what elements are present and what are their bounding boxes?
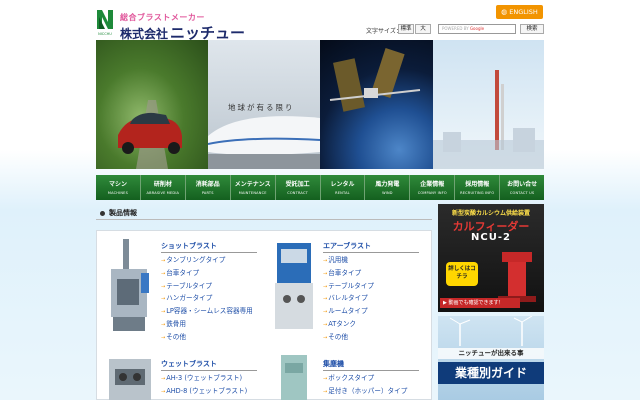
nav-item-company-info[interactable]: 企業情報 COMPANY INFO	[410, 175, 456, 200]
industry-guide-banner[interactable]: ニッチューが出来る事 業種別ガイド	[438, 316, 544, 400]
company-prefix: 株式会社	[120, 27, 169, 41]
hero-image-city-wind	[433, 40, 544, 169]
products-heading-label: 製品情報	[109, 209, 137, 217]
hero-tagline: 地球が有る限り	[228, 103, 295, 112]
hero-image-space-station	[320, 40, 433, 169]
nav-sublabel: MACHINES	[107, 191, 129, 195]
list-item[interactable]: バレルタイプ	[323, 292, 374, 305]
shot-blast-list: タンブリングタイプ 台車タイプ テーブルタイプ ハンガータイプ LP容器・シーム…	[161, 254, 253, 344]
list-item[interactable]: LP容器・シームレス容器専用	[161, 305, 253, 318]
calfeeder-banner[interactable]: 新型炭酸カルシウム供給装置 カルフィーダー NCU-2 詳しくはコチラ ▶ 動画…	[438, 204, 544, 312]
list-item[interactable]: 足付き（ホッパー）タイプ	[323, 385, 407, 398]
nav-item-machines[interactable]: マシン MACHINES	[96, 175, 141, 200]
bullet-icon	[100, 210, 105, 216]
category-title-wet-blast[interactable]: ウェットブラスト	[161, 359, 217, 369]
category-title-shot-blast[interactable]: ショットブラスト	[161, 241, 217, 251]
banner-subtitle: ニッチューが出来る事	[438, 348, 544, 359]
hero-image-car	[96, 40, 208, 169]
text-size-standard-button[interactable]: 標準	[398, 24, 414, 34]
category-title-dust-collector[interactable]: 集塵機	[323, 359, 344, 369]
nav-label: 企業情報	[420, 181, 445, 188]
logo-mark-text: NICCHU	[98, 32, 112, 36]
list-item[interactable]: テーブルタイプ	[323, 280, 374, 293]
nav-label: メンテナンス	[234, 181, 271, 188]
english-label: ENGLISH	[509, 8, 538, 16]
category-title-air-blast[interactable]: エアーブラスト	[323, 241, 371, 251]
list-item[interactable]: 台車タイプ	[161, 267, 253, 280]
banner-title: 業種別ガイド	[438, 362, 544, 384]
air-blast-machine-image[interactable]	[271, 239, 317, 335]
wet-blast-machine-image[interactable]	[107, 351, 153, 400]
search-input[interactable]: POWERED BY Google	[438, 24, 516, 34]
list-item[interactable]: ボックスタイプ	[323, 372, 407, 385]
banner-detail-badge: 詳しくはコチラ	[446, 262, 478, 286]
list-item[interactable]: ルームタイプ	[323, 305, 374, 318]
nav-sublabel: COMPANY INFO	[417, 191, 447, 195]
products-heading: 製品情報	[96, 206, 432, 220]
nav-sublabel: CONTRACT	[287, 191, 308, 195]
text-size-label: 文字サイズ：	[366, 28, 402, 35]
nav-sublabel: RENTAL	[335, 191, 350, 195]
nav-sublabel: ABRASIVE MEDIA	[146, 191, 180, 195]
wet-blast-list: AH-3 (ウェットブラスト) AHD-8 (ウェットブラスト)	[161, 372, 247, 398]
nav-label: 受託加工	[285, 181, 310, 188]
banner-video-note: ▶ 動画でも確認できます！	[440, 298, 520, 308]
list-item[interactable]: 台車タイプ	[323, 267, 374, 280]
shot-blast-machine-image[interactable]	[107, 239, 153, 335]
nav-label: 消耗部品	[195, 181, 220, 188]
dust-collector-list: ボックスタイプ 足付き（ホッパー）タイプ	[323, 372, 407, 398]
nav-item-contract[interactable]: 受託加工 CONTRACT	[275, 175, 321, 200]
banner-video-label: 動画でも確認できます！	[448, 300, 504, 306]
global-nav: マシン MACHINES 研削材 ABRASIVE MEDIA 消耗部品 PARTS …	[96, 175, 545, 200]
list-item[interactable]: テーブルタイプ	[161, 280, 253, 293]
list-item[interactable]: その他	[323, 331, 374, 344]
nav-label: 風力発電	[375, 181, 400, 188]
list-item[interactable]: その他	[161, 331, 253, 344]
nav-label: 採用情報	[465, 181, 490, 188]
banner-subtitle: 新型炭酸カルシウム供給装置	[451, 210, 530, 217]
nav-sublabel: WIND	[382, 191, 393, 195]
nav-item-wind[interactable]: 風力発電 WIND	[365, 175, 411, 200]
globe-icon: ◍	[501, 8, 508, 16]
nav-label: お問い合せ	[507, 181, 538, 188]
nav-sublabel: CONTACT US	[509, 191, 535, 195]
list-item[interactable]: 汎用機	[323, 254, 374, 267]
dust-collector-image[interactable]	[279, 351, 309, 400]
nav-item-parts[interactable]: 消耗部品 PARTS	[185, 175, 231, 200]
nav-sublabel: MAINTENANCE	[238, 191, 267, 195]
nav-item-contact[interactable]: お問い合せ CONTACT US	[500, 175, 545, 200]
wind-turbines-image	[449, 316, 533, 346]
search-google-logo: Google	[469, 26, 485, 31]
text-size-large-button[interactable]: 大	[415, 24, 431, 34]
category-divider	[323, 252, 419, 253]
list-item[interactable]: ATタンク	[323, 318, 374, 331]
list-item[interactable]: AH-3 (ウェットブラスト)	[161, 372, 247, 385]
search-button[interactable]: 検索	[520, 24, 544, 34]
nav-label: マシン	[108, 181, 127, 188]
nav-item-abrasive-media[interactable]: 研削材 ABRASIVE MEDIA	[140, 175, 186, 200]
english-button[interactable]: ◍ ENGLISH	[496, 5, 543, 19]
air-blast-list: 汎用機 台車タイプ テーブルタイプ バレルタイプ ルームタイプ ATタンク その…	[323, 254, 374, 344]
list-item[interactable]: ハンガータイプ	[161, 292, 253, 305]
calfeeder-machine-image	[498, 252, 536, 302]
category-divider	[161, 252, 257, 253]
product-panel: ショットブラスト タンブリングタイプ 台車タイプ テーブルタイプ ハンガータイプ…	[96, 230, 432, 400]
nav-label: レンタル	[330, 181, 355, 188]
search-powered-by: POWERED BY	[442, 26, 469, 31]
nav-item-recruiting[interactable]: 採用情報 RECRUITING INFO	[455, 175, 501, 200]
category-divider	[323, 370, 419, 371]
list-item[interactable]: AHD-8 (ウェットブラスト)	[161, 385, 247, 398]
banner-model: NCU-2	[471, 232, 511, 243]
nav-label: 研削材	[153, 181, 172, 188]
nav-item-maintenance[interactable]: メンテナンス MAINTENANCE	[230, 175, 276, 200]
list-item[interactable]: タンブリングタイプ	[161, 254, 253, 267]
list-item[interactable]: 鉄骨用	[161, 318, 253, 331]
nav-sublabel: RECRUITING INFO	[460, 191, 495, 195]
company-logo-mark[interactable]: NICCHU	[96, 8, 114, 36]
nav-sublabel: PARTS	[201, 191, 214, 195]
nav-item-rental[interactable]: レンタル RENTAL	[320, 175, 366, 200]
category-divider	[161, 370, 257, 371]
video-icon: ▶	[443, 300, 447, 306]
